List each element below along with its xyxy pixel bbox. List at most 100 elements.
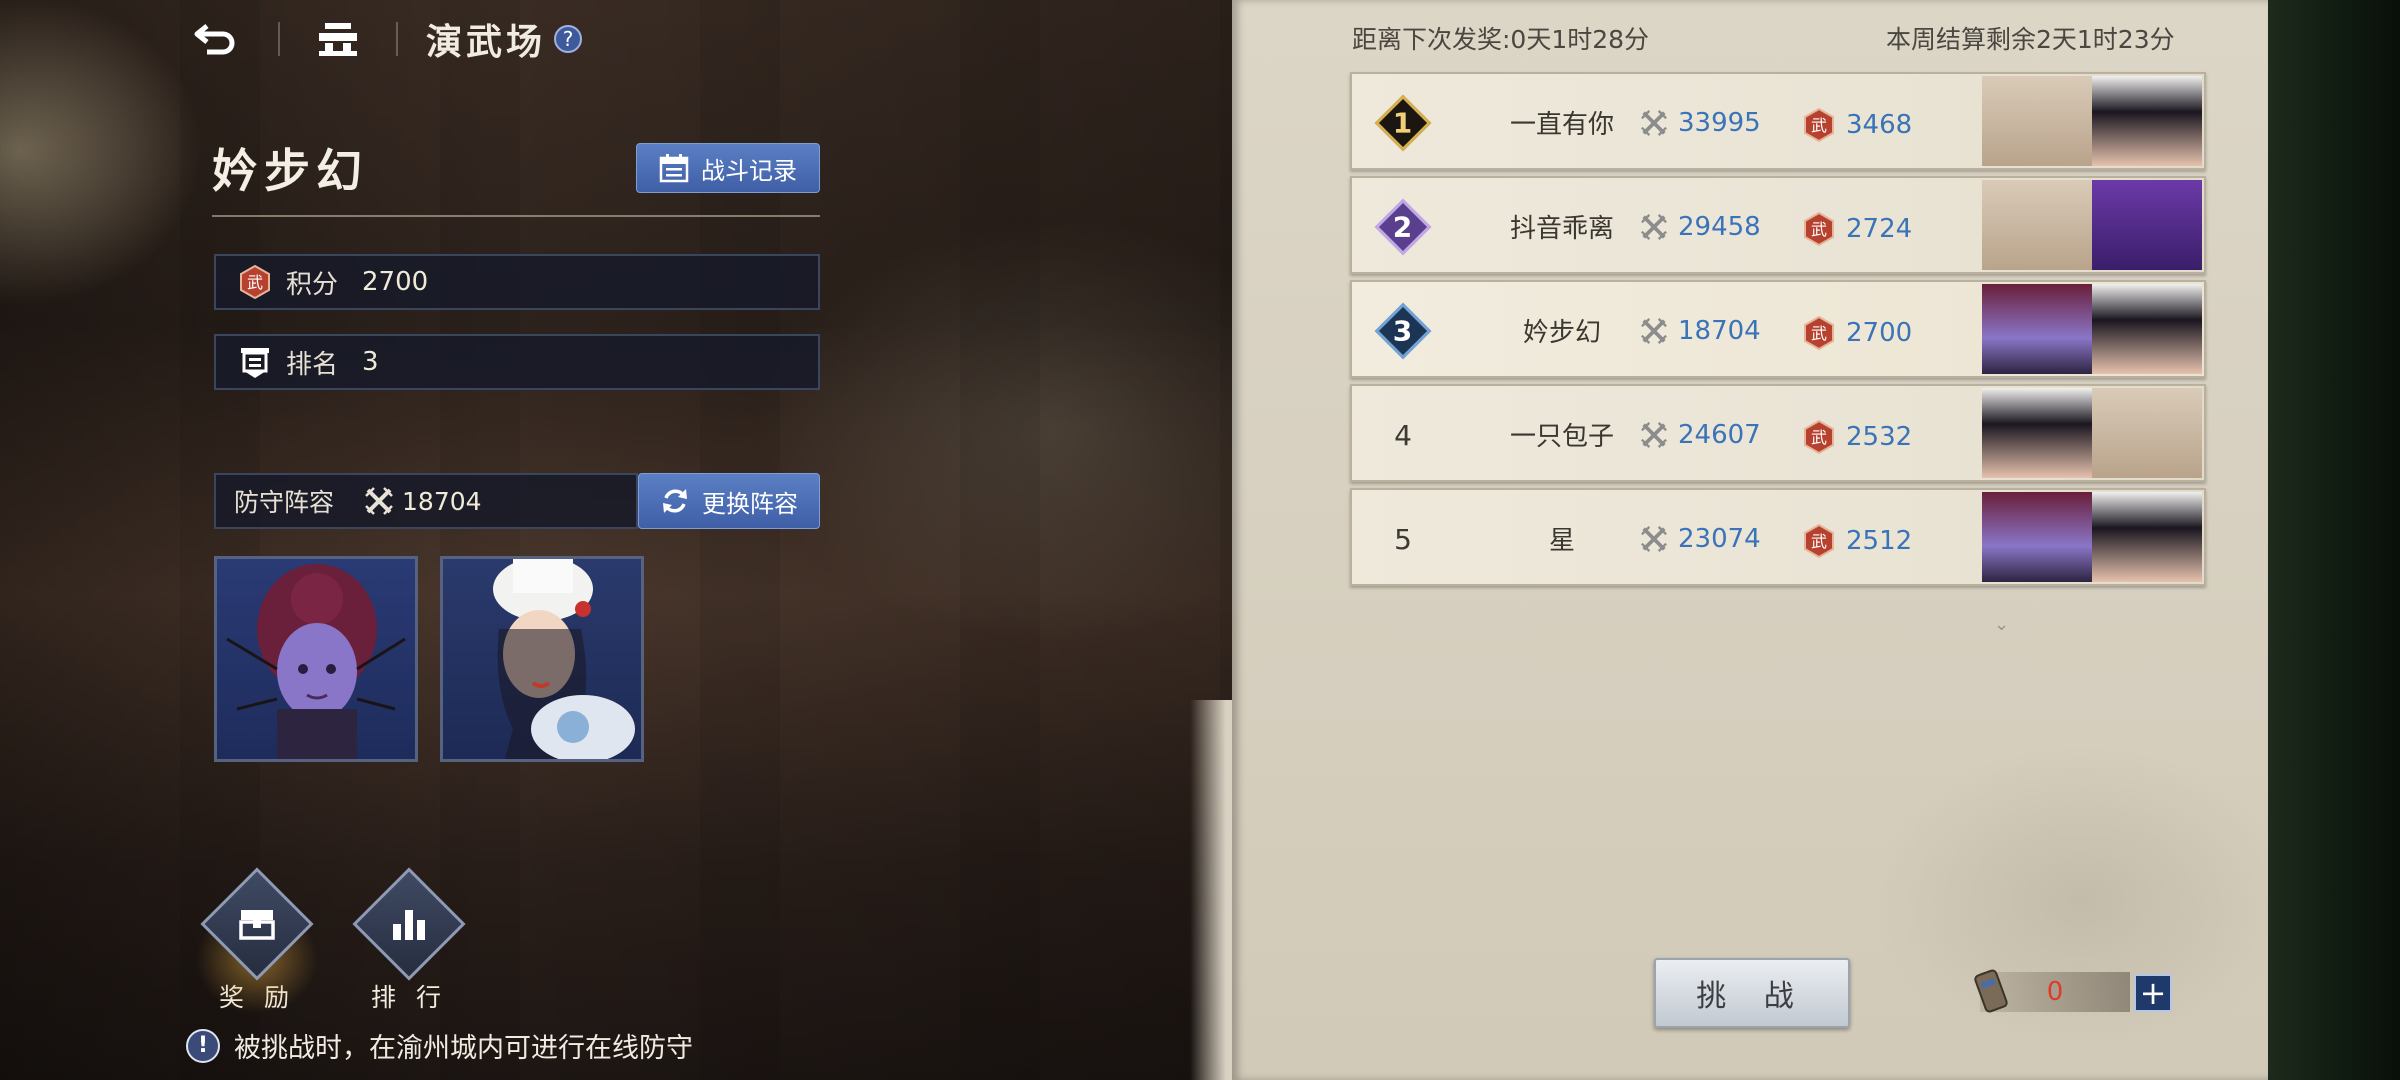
player-name: 星: [1548, 526, 1575, 556]
back-arrow-icon: [194, 24, 235, 55]
rank-row: 排名 3: [214, 334, 820, 390]
avatar: [1982, 492, 2092, 582]
defense-lineup-row: 防守阵容 18704: [214, 473, 638, 529]
crossed-swords-icon: [1641, 214, 1667, 240]
martial-badge-icon: 武: [1804, 108, 1834, 142]
defender-portrait-1[interactable]: [214, 556, 418, 762]
score-stat: 武 2512: [1802, 524, 1912, 558]
defense-power: 18704: [402, 486, 482, 516]
ticket-count: 0: [2046, 977, 2064, 1007]
power-value: 24607: [1678, 420, 1761, 450]
svg-text:武: 武: [1811, 324, 1827, 343]
martial-badge-icon: 武: [1804, 212, 1834, 246]
svg-text:武: 武: [1811, 116, 1827, 135]
reward-button[interactable]: 奖 励: [196, 867, 318, 1014]
purple-badge-icon: 2: [1374, 198, 1432, 256]
score-row: 武 积分 2700: [214, 254, 820, 310]
lineup-avatars: [1982, 492, 2202, 582]
battle-log-label: 战斗记录: [701, 156, 797, 185]
ranking-row-5[interactable]: 5 星 23074 武 2512: [1350, 488, 2206, 586]
separator: [396, 22, 398, 56]
power-stat: 24607: [1640, 420, 1761, 450]
exclamation-icon: !: [186, 1028, 220, 1063]
challenge-button[interactable]: 挑 战: [1654, 958, 1850, 1028]
player-name: 一直有你: [1509, 110, 1614, 140]
ticket-icon: [1974, 969, 2008, 1013]
avatar: [1982, 284, 2092, 374]
score-value: 2700: [362, 267, 429, 297]
lineup-avatars: [1982, 180, 2202, 270]
score-value: 2700: [1846, 318, 1913, 348]
page-title: 演武场: [426, 21, 547, 63]
score-stat: 武 3468: [1802, 108, 1912, 142]
rank-number: 2: [1393, 210, 1413, 244]
top-bar: 演武场 ?: [180, 14, 583, 64]
back-button[interactable]: [180, 14, 250, 64]
question-icon[interactable]: ?: [554, 25, 583, 53]
score-stat: 武 2724: [1802, 212, 1912, 246]
avatar: [2092, 284, 2202, 374]
notice-text: 被挑战时，在渝州城内可进行在线防守: [234, 1033, 693, 1064]
crossed-swords-icon: [1641, 422, 1667, 448]
ranking-row-4[interactable]: 4 一只包子 24607 武 2532: [1350, 384, 2206, 482]
power-stat: 23074: [1640, 524, 1761, 554]
battle-log-button[interactable]: 战斗记录: [636, 143, 820, 193]
crossed-swords-icon: [365, 487, 393, 515]
reward-label: 奖 励: [219, 983, 295, 1012]
score-value: 2532: [1846, 422, 1913, 452]
lineup-avatars: [1982, 284, 2202, 374]
svg-text:武: 武: [247, 273, 263, 292]
avatar: [2092, 76, 2202, 166]
character-portrait-purple: [226, 564, 406, 759]
avatar: [2092, 492, 2202, 582]
rank-badge: 3: [1374, 302, 1432, 360]
rank-badge: 2: [1374, 198, 1432, 256]
chevron-down-icon: ⌄: [1994, 614, 2010, 635]
avatar: [1982, 180, 2092, 270]
refresh-icon: [663, 489, 687, 513]
defender-portrait-2[interactable]: [440, 556, 644, 762]
ranking-label: 排 行: [371, 983, 447, 1012]
defense-notice: ! 被挑战时，在渝州城内可进行在线防守: [186, 1026, 693, 1065]
crossed-swords-icon: [1641, 318, 1667, 344]
power-stat: 33995: [1640, 108, 1761, 138]
divider: [212, 215, 820, 217]
lineup-avatars: [1982, 388, 2202, 478]
score-value: 3468: [1846, 110, 1913, 140]
add-ticket-button[interactable]: +: [2134, 974, 2172, 1012]
avatar: [2092, 388, 2202, 478]
power-value: 33995: [1678, 108, 1761, 138]
ranking-button[interactable]: 排 行: [352, 867, 466, 1014]
svg-text:武: 武: [1811, 428, 1827, 447]
rank-badge: 1: [1374, 94, 1432, 152]
chest-icon: [239, 910, 275, 940]
background-scene: [0, 0, 1240, 1080]
ranking-row-2[interactable]: 2 抖音乖离 29458 武 2724: [1350, 176, 2206, 274]
character-portrait-white-hat: [493, 559, 635, 759]
player-name: 妗步幻: [212, 144, 368, 198]
power-stat: 29458: [1640, 212, 1761, 242]
defense-label: 防守阵容: [234, 488, 335, 517]
score-value: 2724: [1846, 214, 1913, 244]
change-lineup-button[interactable]: 更换阵容: [638, 473, 820, 529]
rank-number: 1: [1393, 106, 1413, 140]
change-lineup-label: 更换阵容: [702, 489, 798, 518]
martial-badge-icon: 武: [1804, 524, 1834, 558]
avatar: [1982, 76, 2092, 166]
next-reward-countdown: 距离下次发奖:0天1时28分: [1352, 25, 1650, 54]
gold-badge-icon: 1: [1374, 94, 1432, 152]
separator: [278, 22, 280, 56]
svg-text:武: 武: [1811, 220, 1827, 239]
avatar: [1982, 388, 2092, 478]
score-stat: 武 2700: [1802, 316, 1912, 350]
ranking-row-3[interactable]: 3 妗步幻 18704 武 2700: [1350, 280, 2206, 378]
rank-number: 3: [1393, 314, 1413, 348]
avatar: [2092, 180, 2202, 270]
home-button[interactable]: [308, 14, 368, 64]
power-value: 23074: [1678, 524, 1761, 554]
score-stat: 武 2532: [1802, 420, 1912, 454]
svg-text:武: 武: [1811, 532, 1827, 551]
lineup-avatars: [1982, 76, 2202, 166]
ranking-row-1[interactable]: 1 一直有你 33995 武 3468: [1350, 72, 2206, 170]
martial-badge-icon: 武: [240, 265, 270, 299]
